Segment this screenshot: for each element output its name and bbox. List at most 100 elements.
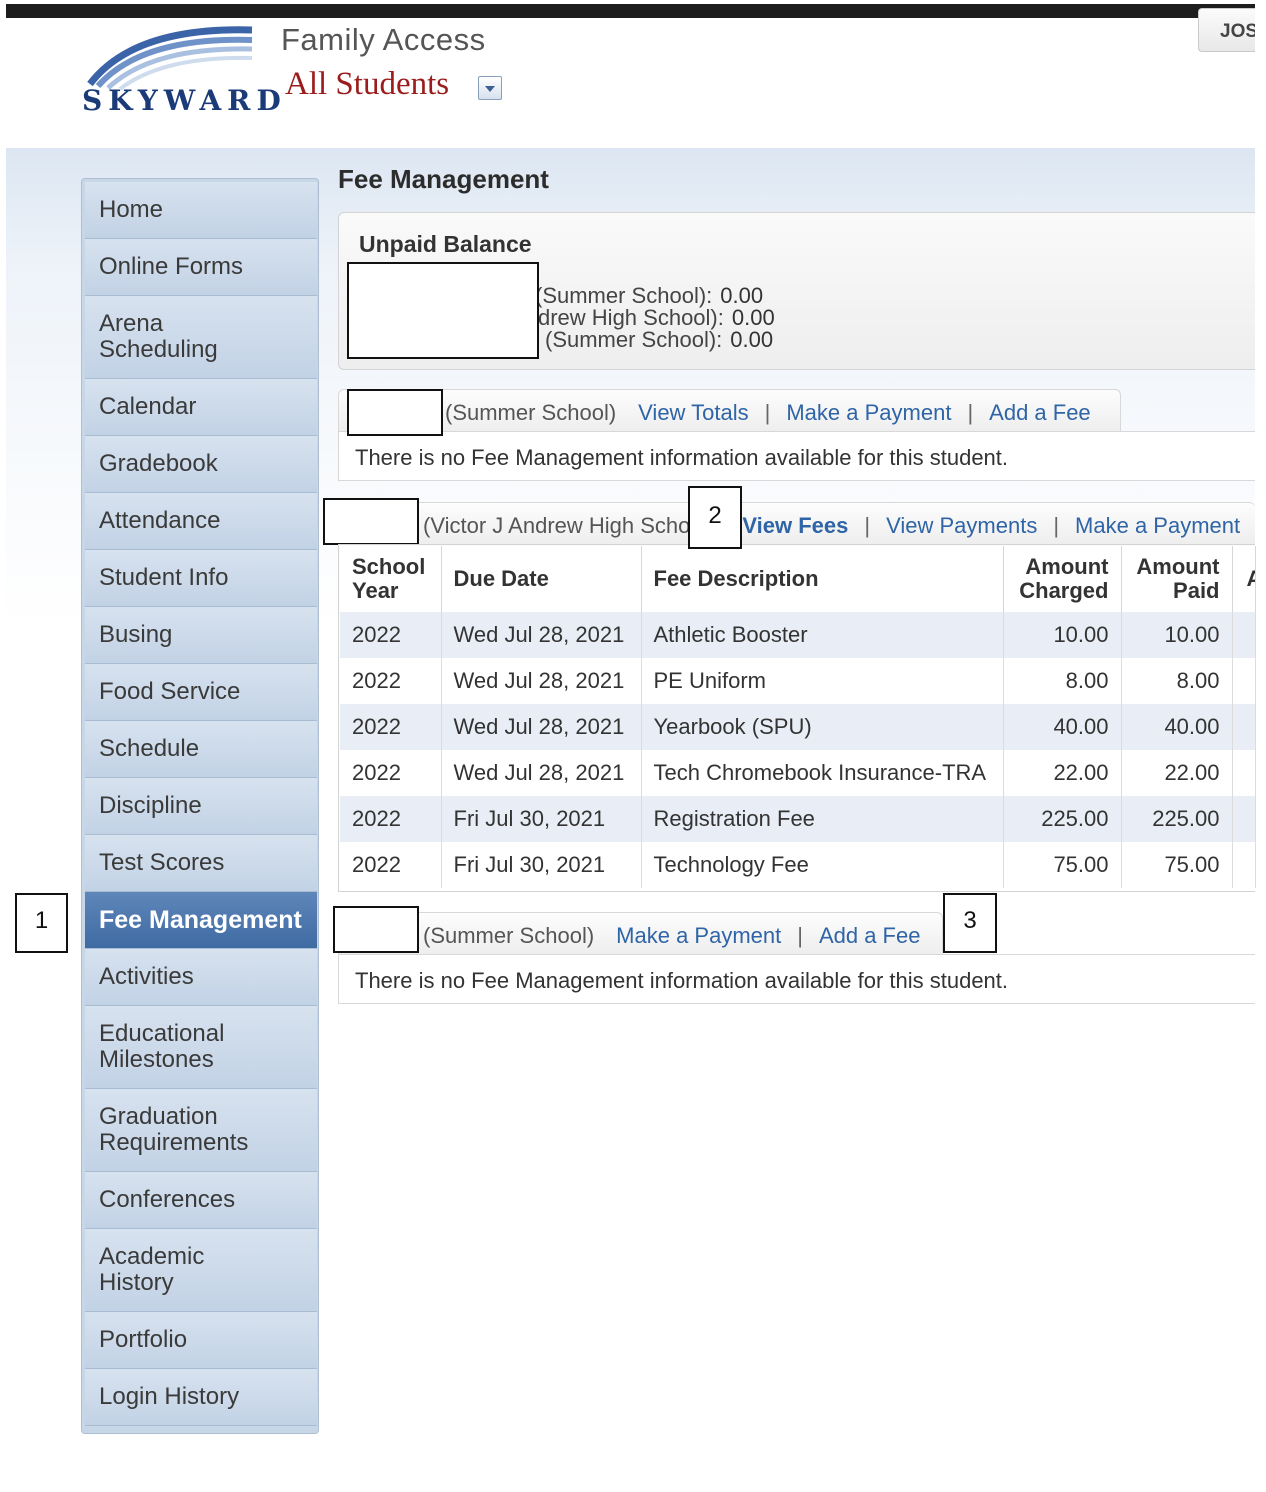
balance-line: (Summer School): 0.00: [545, 327, 773, 353]
cell-due-date: Wed Jul 28, 2021: [441, 704, 642, 750]
cell-amount-charged: 75.00: [1003, 842, 1122, 888]
sidebar-item-online-forms[interactable]: Online Forms: [85, 239, 317, 296]
sidebar-item-login-history[interactable]: Login History: [85, 1369, 317, 1426]
balance-label: (Summer School):: [545, 327, 723, 352]
table-row: 2022 Wed Jul 28, 2021 Yearbook (SPU) 40.…: [340, 704, 1256, 750]
cell-school-year: 2022: [340, 750, 442, 796]
col-header-fee-description[interactable]: Fee Description: [641, 546, 1004, 612]
sidebar-item-label: Academic History: [99, 1243, 205, 1296]
sidebar-item-activities[interactable]: Activities: [85, 949, 317, 1006]
col-header-due-date[interactable]: Due Date: [441, 546, 642, 612]
cell-school-year: 2022: [340, 704, 442, 750]
page-title: Fee Management: [338, 164, 549, 194]
view-fees-link[interactable]: View Fees: [742, 513, 848, 538]
cell-school-year: 2022: [340, 796, 442, 842]
sidebar-item-fee-management[interactable]: Fee Management: [85, 892, 317, 949]
sidebar-item-label: Busing: [99, 621, 173, 648]
section2-tab-header: (Victor J Andrew High Scho View Fees | View…: [338, 502, 1255, 544]
skyward-swoosh-icon: [87, 26, 253, 91]
user-menu-button[interactable]: JOS: [1198, 8, 1255, 52]
sidebar-item-food-service[interactable]: Food Service: [85, 664, 317, 721]
col-header-amount-paid[interactable]: Amount Paid: [1121, 546, 1233, 612]
cell-truncated: [1232, 704, 1256, 750]
student-selector[interactable]: All Students: [285, 66, 449, 103]
cell-truncated: [1232, 658, 1256, 704]
student-selector-dropdown-icon[interactable]: [478, 76, 502, 100]
unpaid-balance-title: Unpaid Balance: [359, 231, 532, 257]
sidebar-item-label: Portfolio: [99, 1326, 188, 1353]
app-title: Family Access: [281, 22, 486, 57]
cell-amount-charged: 8.00: [1003, 658, 1122, 704]
section1-tab-header: (Summer School) View Totals | Make a Paymen…: [338, 389, 1121, 431]
add-fee-link[interactable]: Add a Fee: [989, 400, 1091, 425]
cell-fee-description: Tech Chromebook Insurance-TRA: [641, 750, 1004, 796]
brand-wordmark: SKYWARD: [82, 84, 287, 117]
cell-fee-description: Athletic Booster: [641, 612, 1004, 658]
redacted-student-name: [333, 906, 419, 953]
col-header-truncated[interactable]: A: [1232, 546, 1256, 612]
sidebar-item-label: Graduation Requirements: [99, 1103, 249, 1156]
sidebar-item-busing[interactable]: Busing: [85, 607, 317, 664]
sidebar-item-home[interactable]: Home: [85, 182, 317, 239]
sidebar-item-label: Conferences: [99, 1186, 236, 1213]
sidebar-item-label: Attendance: [99, 507, 221, 534]
cell-truncated: [1232, 750, 1256, 796]
make-payment-link[interactable]: Make a Payment: [1075, 513, 1240, 538]
sidebar-item-label: Online Forms: [99, 253, 244, 280]
sidebar-item-label: Student Info: [99, 564, 229, 591]
make-payment-link[interactable]: Make a Payment: [786, 400, 951, 425]
sidebar-item-label: Fee Management: [99, 906, 302, 934]
sidebar-item-academic-history[interactable]: Academic History: [85, 1229, 317, 1312]
col-header-amount-charged[interactable]: Amount Charged: [1003, 546, 1122, 612]
view-payments-link[interactable]: View Payments: [886, 513, 1037, 538]
table-row: 2022 Wed Jul 28, 2021 PE Uniform 8.00 8.…: [340, 658, 1256, 704]
balance-value: 0.00: [730, 327, 774, 352]
cell-amount-charged: 225.00: [1003, 796, 1122, 842]
view-totals-link[interactable]: View Totals: [638, 400, 748, 425]
cell-amount-paid: 225.00: [1121, 796, 1233, 842]
sidebar-item-label: Educational Milestones: [99, 1020, 225, 1073]
cell-school-year: 2022: [340, 842, 442, 888]
sidebar-item-conferences[interactable]: Conferences: [85, 1172, 317, 1229]
sidebar-item-arena-scheduling[interactable]: Arena Scheduling: [85, 296, 317, 379]
cell-amount-charged: 40.00: [1003, 704, 1122, 750]
cell-truncated: [1232, 796, 1256, 842]
cell-amount-paid: 8.00: [1121, 658, 1233, 704]
sidebar-item-calendar[interactable]: Calendar: [85, 379, 317, 436]
fees-table: School Year Due Date Fee Description Amo…: [340, 546, 1256, 888]
sidebar-item-discipline[interactable]: Discipline: [85, 778, 317, 835]
sidebar-item-educational-milestones[interactable]: Educational Milestones: [85, 1006, 317, 1089]
sidebar-item-test-scores[interactable]: Test Scores: [85, 835, 317, 892]
table-row: 2022 Fri Jul 30, 2021 Technology Fee 75.…: [340, 842, 1256, 888]
redacted-student-names: [347, 262, 539, 359]
sidebar-item-label: Home: [99, 196, 164, 223]
sidebar-item-label: Calendar: [99, 393, 197, 420]
cell-school-year: 2022: [340, 658, 442, 704]
sidebar-item-label: Discipline: [99, 792, 202, 819]
table-row: 2022 Fri Jul 30, 2021 Registration Fee 2…: [340, 796, 1256, 842]
sidebar-item-attendance[interactable]: Attendance: [85, 493, 317, 550]
sidebar-item-student-info[interactable]: Student Info: [85, 550, 317, 607]
add-fee-link[interactable]: Add a Fee: [819, 923, 921, 948]
sidebar-item-label: Food Service: [99, 678, 241, 705]
cell-fee-description: Technology Fee: [641, 842, 1004, 888]
cell-due-date: Fri Jul 30, 2021: [441, 796, 642, 842]
make-payment-link[interactable]: Make a Payment: [616, 923, 781, 948]
cell-fee-description: PE Uniform: [641, 658, 1004, 704]
cell-fee-description: Yearbook (SPU): [641, 704, 1004, 750]
sidebar-nav: Home Online Forms Arena Scheduling Calen…: [81, 178, 319, 1434]
cell-amount-charged: 22.00: [1003, 750, 1122, 796]
sidebar-item-graduation-requirements[interactable]: Graduation Requirements: [85, 1089, 317, 1172]
sidebar-item-schedule[interactable]: Schedule: [85, 721, 317, 778]
sidebar-item-portfolio[interactable]: Portfolio: [85, 1312, 317, 1369]
table-row: 2022 Wed Jul 28, 2021 Tech Chromebook In…: [340, 750, 1256, 796]
cell-truncated: [1232, 612, 1256, 658]
cell-due-date: Wed Jul 28, 2021: [441, 658, 642, 704]
table-row: 2022 Wed Jul 28, 2021 Athletic Booster 1…: [340, 612, 1256, 658]
cell-amount-paid: 40.00: [1121, 704, 1233, 750]
sidebar-item-gradebook[interactable]: Gradebook: [85, 436, 317, 493]
redacted-student-name: [347, 389, 443, 436]
col-header-school-year[interactable]: School Year: [340, 546, 442, 612]
cell-amount-paid: 75.00: [1121, 842, 1233, 888]
cell-amount-paid: 10.00: [1121, 612, 1233, 658]
